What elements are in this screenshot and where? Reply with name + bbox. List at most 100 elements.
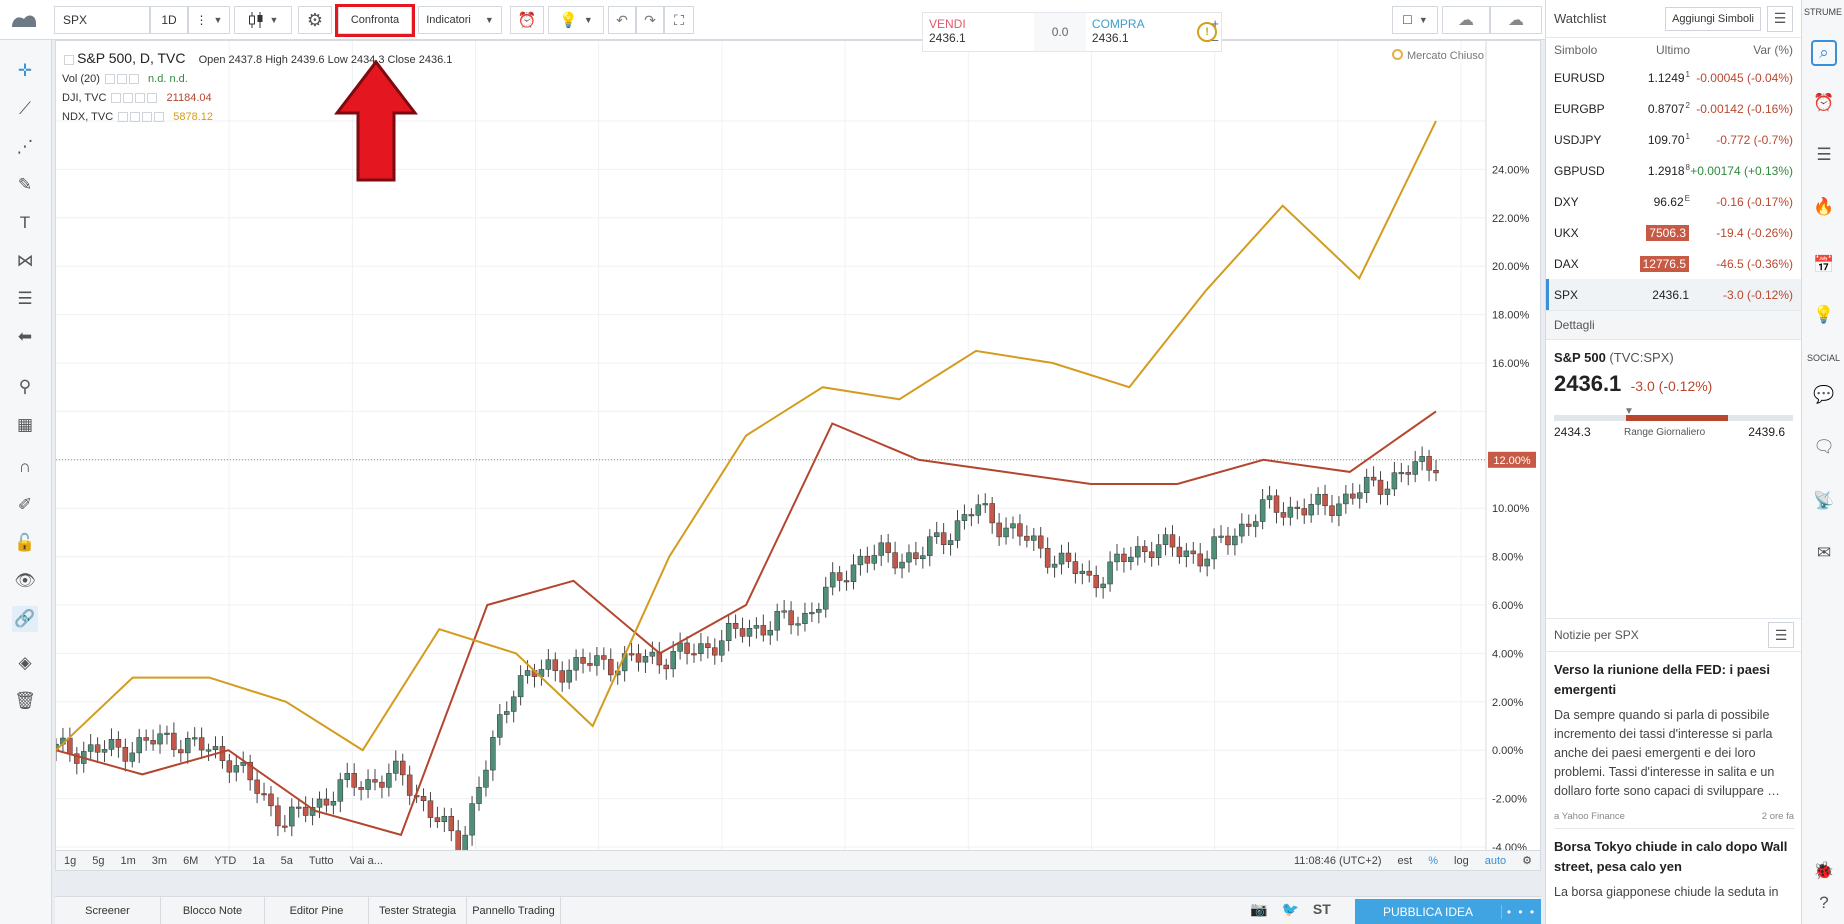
bug-report-icon[interactable]: 🐞 bbox=[1811, 858, 1837, 884]
bottom-tab[interactable]: Tester Strategia bbox=[369, 897, 467, 924]
redo-button[interactable]: ↷ bbox=[636, 6, 664, 34]
measure-icon[interactable]: ▦ bbox=[12, 412, 38, 438]
ideas-stream-icon[interactable]: 💡 bbox=[1811, 302, 1837, 328]
bottom-tab[interactable]: Pannello Trading bbox=[467, 897, 561, 924]
data-window-icon[interactable]: ☰ bbox=[1811, 142, 1837, 168]
range-button[interactable]: Tutto bbox=[301, 855, 342, 867]
more-icon[interactable] bbox=[147, 93, 158, 104]
buy-button[interactable]: COMPRA 2436.1 bbox=[1086, 13, 1193, 51]
range-button[interactable]: YTD bbox=[206, 855, 244, 867]
watchlist-row[interactable]: GBPUSD 1.29188 +0.00174 (+0.13%) bbox=[1546, 155, 1801, 186]
crosshair-icon[interactable]: ✛ bbox=[12, 58, 38, 84]
fib-tool-icon[interactable]: ⋰ bbox=[12, 134, 38, 160]
col-symbol[interactable]: Simbolo bbox=[1554, 43, 1624, 57]
range-button[interactable]: 3m bbox=[144, 855, 175, 867]
eye-icon[interactable] bbox=[111, 93, 122, 104]
range-button[interactable]: 5a bbox=[273, 855, 301, 867]
chart-area[interactable]: S&P 500, D, TVC Open 2437.8 High 2439.6 … bbox=[55, 40, 1541, 871]
bottom-tab[interactable]: Editor Pine bbox=[265, 897, 369, 924]
watchlist-row[interactable]: UKX 7506.3 -19.4 (-0.26%) bbox=[1546, 217, 1801, 248]
news-item[interactable]: Verso la riunione della FED: i paesi eme… bbox=[1554, 660, 1794, 829]
link-icon[interactable]: 🔗 bbox=[12, 606, 38, 632]
interval-dropdown[interactable]: ⋮ ▼ bbox=[188, 6, 230, 34]
watchlist-row[interactable]: USDJPY 109.701 -0.772 (-0.7%) bbox=[1546, 124, 1801, 155]
chat-icon[interactable]: 💬 bbox=[1811, 382, 1837, 408]
range-button[interactable]: 1g bbox=[56, 855, 84, 867]
text-tool-icon[interactable]: T bbox=[12, 210, 38, 236]
extended-hours-toggle[interactable]: est bbox=[1390, 855, 1421, 867]
alarm-clock-icon[interactable]: ⏰ bbox=[1811, 90, 1837, 116]
hotlist-flame-icon[interactable]: 🔥 bbox=[1811, 194, 1837, 220]
cloud-load-button[interactable]: ☁ bbox=[1490, 6, 1542, 34]
price-chart[interactable]: 26.00%24.00%22.00%20.00%18.00%16.00%14.0… bbox=[56, 41, 1540, 851]
trash-icon[interactable]: 🗑 bbox=[12, 688, 38, 714]
sell-button[interactable]: VENDI 2436.1 bbox=[923, 13, 1034, 51]
chart-style-button[interactable]: ▼ bbox=[234, 6, 292, 34]
interval-button[interactable]: 1D bbox=[150, 6, 188, 34]
more-icon[interactable] bbox=[154, 112, 165, 123]
watchlist-row[interactable]: DAX 12776.5 -46.5 (-0.36%) bbox=[1546, 248, 1801, 279]
watchlist-row[interactable]: EURGBP 0.87072 -0.00142 (-0.16%) bbox=[1546, 93, 1801, 124]
range-button[interactable]: 5g bbox=[84, 855, 112, 867]
watchlist-row[interactable]: SPX 2436.1 -3.0 (-0.12%) bbox=[1546, 279, 1801, 310]
private-chat-icon[interactable]: 🗨 bbox=[1811, 434, 1837, 460]
lock-drawing-icon[interactable]: ✐ bbox=[12, 492, 38, 518]
layers-icon[interactable]: ◈ bbox=[12, 650, 38, 676]
gear-icon[interactable] bbox=[123, 93, 134, 104]
gear-icon[interactable]: ⚙ bbox=[1514, 854, 1540, 867]
indicators-button[interactable]: Indicatori ▼ bbox=[418, 6, 502, 34]
watchlist-row[interactable]: DXY 96.62E -0.16 (-0.17%) bbox=[1546, 186, 1801, 217]
add-symbol-button[interactable]: Aggiungi Simboli bbox=[1665, 6, 1761, 31]
range-button[interactable]: 1m bbox=[113, 855, 144, 867]
settings-button[interactable]: ⚙ bbox=[298, 6, 332, 34]
twitter-icon[interactable]: 🐦 bbox=[1281, 901, 1298, 918]
close-icon[interactable] bbox=[142, 112, 153, 123]
series-line-ndx[interactable] bbox=[56, 120, 1437, 752]
close-icon[interactable] bbox=[128, 74, 139, 85]
legend-ndx-label[interactable]: NDX, TVC bbox=[62, 111, 113, 123]
auto-scale-toggle[interactable]: auto bbox=[1477, 855, 1514, 867]
eye-icon[interactable] bbox=[118, 112, 129, 123]
col-change[interactable]: Var (%) bbox=[1690, 43, 1793, 57]
more-options-icon[interactable]: • • • bbox=[1501, 904, 1541, 919]
plus-icon[interactable]: + bbox=[1211, 15, 1219, 32]
ideas-feed-icon[interactable]: ✉ bbox=[1811, 540, 1837, 566]
menu-icon[interactable]: ☰ bbox=[1768, 622, 1794, 648]
col-last[interactable]: Ultimo bbox=[1624, 43, 1690, 57]
minus-icon[interactable]: − bbox=[1211, 32, 1219, 49]
lock-icon[interactable]: 🔓 bbox=[12, 530, 38, 556]
alert-add-button[interactable]: ⏰ bbox=[510, 6, 544, 34]
tradingview-logo-icon[interactable] bbox=[8, 9, 40, 31]
log-scale-toggle[interactable]: log bbox=[1446, 855, 1477, 867]
news-item-title[interactable]: Borsa Tokyo chiude in calo dopo Wall str… bbox=[1554, 837, 1794, 877]
magnet-icon[interactable]: ∩ bbox=[12, 454, 38, 480]
ideas-button[interactable]: 💡 ▼ bbox=[548, 6, 604, 34]
range-button[interactable]: 1a bbox=[244, 855, 272, 867]
bottom-tab[interactable]: Blocco Note bbox=[161, 897, 265, 924]
trend-line-icon[interactable]: ⟋ bbox=[12, 96, 38, 122]
help-icon[interactable]: ? bbox=[1811, 890, 1837, 916]
quantity-stepper[interactable]: + − bbox=[1211, 15, 1219, 49]
camera-icon[interactable]: 📷 bbox=[1250, 901, 1267, 918]
stocktwits-icon[interactable]: ST bbox=[1313, 901, 1331, 918]
undo-button[interactable]: ↶ bbox=[608, 6, 636, 34]
news-item-title[interactable]: Verso la riunione della FED: i paesi eme… bbox=[1554, 660, 1794, 700]
legend-vol-label[interactable]: Vol (20) bbox=[62, 73, 100, 85]
range-button[interactable]: Vai a... bbox=[342, 855, 391, 867]
eye-icon[interactable] bbox=[104, 74, 115, 85]
close-icon[interactable] bbox=[135, 93, 146, 104]
cloud-save-button[interactable]: ☁ bbox=[1442, 6, 1490, 34]
gear-icon[interactable] bbox=[130, 112, 141, 123]
calendar-icon[interactable]: 📅 bbox=[1811, 252, 1837, 278]
prediction-tool-icon[interactable]: ☰ bbox=[12, 286, 38, 312]
bottom-tab[interactable]: Screener bbox=[55, 897, 161, 924]
arrow-left-icon[interactable]: ⬅ bbox=[12, 324, 38, 350]
gear-icon[interactable] bbox=[116, 74, 127, 85]
publish-idea-button[interactable]: PUBBLICA IDEA • • • bbox=[1355, 899, 1541, 924]
brush-icon[interactable]: ✎ bbox=[12, 172, 38, 198]
series-line-dji[interactable] bbox=[56, 410, 1437, 837]
fullscreen-button[interactable]: ⛶ bbox=[664, 6, 694, 34]
details-header[interactable]: Dettagli bbox=[1546, 310, 1801, 340]
legend-dji-label[interactable]: DJI, TVC bbox=[62, 92, 106, 104]
collapse-icon[interactable] bbox=[64, 55, 74, 66]
